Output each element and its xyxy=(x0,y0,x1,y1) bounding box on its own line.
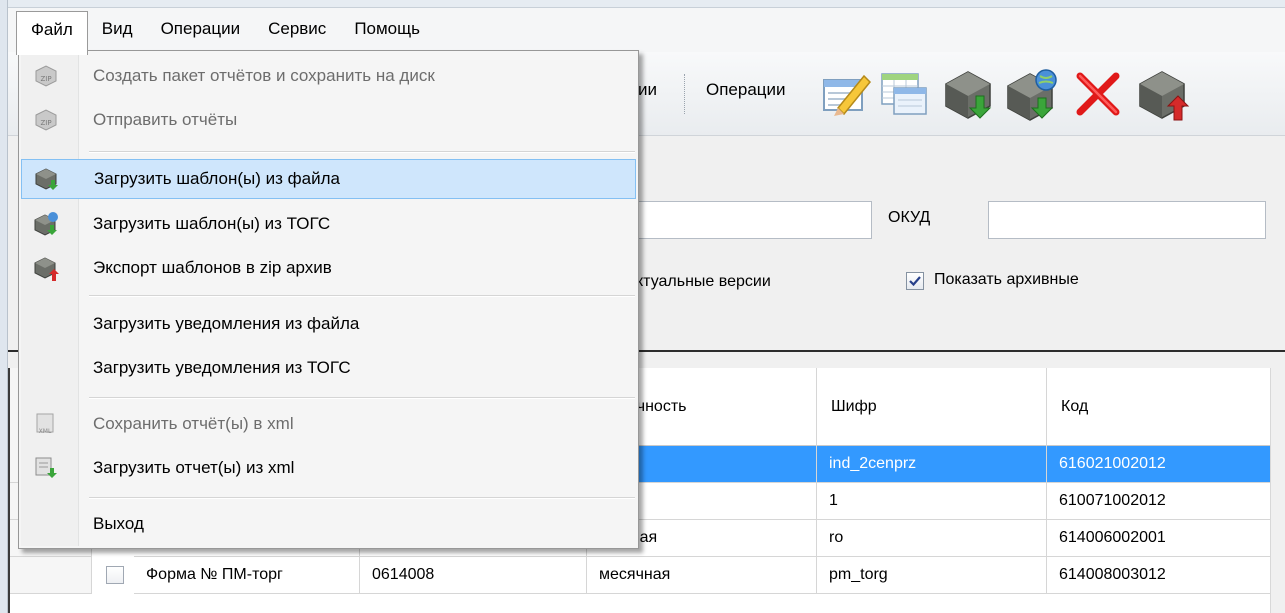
svg-text:ZIP: ZIP xyxy=(40,119,51,127)
name-filter-input[interactable] xyxy=(628,201,872,239)
menu-item-create-package[interactable]: ZIP Создать пакет отчётов и сохранить на… xyxy=(21,57,636,97)
show-archived-label[interactable]: Показать архивные xyxy=(934,271,1079,289)
cell-period[interactable]: месячная xyxy=(587,557,817,594)
column-header-code[interactable]: Шифр xyxy=(817,368,1047,446)
menu-separator xyxy=(89,295,635,297)
toolbar-partial-label[interactable]: ии xyxy=(638,80,657,100)
row-header[interactable] xyxy=(10,557,92,594)
load-template-togs-icon xyxy=(34,212,58,236)
cell-kod[interactable]: 614006002001 xyxy=(1047,520,1272,557)
toolbar-operations-label: Операции xyxy=(706,80,786,99)
row-checkbox[interactable] xyxy=(106,566,124,584)
svg-text:XML: XML xyxy=(39,428,52,435)
menu-item-label: Экспорт шаблонов в zip архив xyxy=(93,258,332,277)
okud-label: ОКУД xyxy=(888,209,931,226)
menu-help[interactable]: Помощь xyxy=(340,11,434,49)
menu-item-label: Загрузить отчет(ы) из xml xyxy=(93,458,295,477)
menu-file[interactable]: Файл xyxy=(16,11,88,55)
load-template-file-icon xyxy=(35,168,58,190)
send-zip-icon: ZIP xyxy=(35,109,57,131)
menu-item-load-template-togs[interactable]: Загрузить шаблон(ы) из ТОГС xyxy=(21,205,636,245)
window-frame-top xyxy=(0,0,1285,8)
cell-code[interactable]: 1 xyxy=(817,483,1047,520)
toolbar-separator xyxy=(684,74,686,114)
menu-item-label: Отправить отчёты xyxy=(93,110,238,129)
edit-icon[interactable] xyxy=(816,66,872,122)
menu-item-label: Сохранить отчёт(ы) в xml xyxy=(93,414,294,433)
cell-code[interactable]: ind_2cenprz xyxy=(817,446,1047,483)
actual-versions-label[interactable]: ктуальные версии xyxy=(636,273,771,291)
download-togs-icon[interactable] xyxy=(1004,66,1060,122)
checkmark-icon xyxy=(909,276,921,287)
cell-name[interactable]: Форма № ПМ-торг xyxy=(134,557,360,594)
menu-item-label: Загрузить уведомления из ТОГС xyxy=(93,358,351,377)
menu-service[interactable]: Сервис xyxy=(254,11,340,49)
cell-okud[interactable]: 0614008 xyxy=(360,557,587,594)
cell-code[interactable]: pm_torg xyxy=(817,557,1047,594)
menu-separator xyxy=(89,151,635,153)
show-archived-checkbox[interactable] xyxy=(906,272,924,290)
menu-item-load-template-file[interactable]: Загрузить шаблон(ы) из файла xyxy=(21,159,636,199)
table-row[interactable]: Форма № ПМ-торг 0614008 месячная pm_torg… xyxy=(10,557,1272,594)
main-window: Файл Вид Операции Сервис Помощь ии Опера… xyxy=(0,0,1285,613)
download-archive-icon[interactable] xyxy=(940,66,996,122)
menu-separator xyxy=(89,397,635,399)
menu-item-label: Загрузить уведомления из файла xyxy=(93,314,360,333)
cell-kod[interactable]: 616021002012 xyxy=(1047,446,1272,483)
window-frame-left xyxy=(0,0,8,613)
file-menu-dropdown: ZIP Создать пакет отчётов и сохранить на… xyxy=(18,50,639,549)
zip-package-icon: ZIP xyxy=(35,65,57,87)
menu-item-label: Выход xyxy=(93,514,144,533)
menubar: Файл Вид Операции Сервис Помощь xyxy=(8,8,1285,55)
menu-item-load-notifications-file[interactable]: Загрузить уведомления из файла xyxy=(21,305,636,345)
menu-separator xyxy=(89,497,635,499)
column-header-kod[interactable]: Код xyxy=(1047,368,1272,446)
cell-kod[interactable]: 610071002012 xyxy=(1047,483,1272,520)
cell-code[interactable]: ro xyxy=(817,520,1047,557)
menu-view[interactable]: Вид xyxy=(88,11,147,49)
xml-load-icon xyxy=(35,457,57,478)
menu-item-export-templates[interactable]: Экспорт шаблонов в zip архив xyxy=(21,249,636,289)
menu-item-load-notifications-togs[interactable]: Загрузить уведомления из ТОГС xyxy=(21,349,636,389)
export-templates-icon xyxy=(34,257,59,281)
grid-vertical-scrollbar[interactable] xyxy=(1270,368,1285,613)
export-zip-icon[interactable] xyxy=(1134,66,1190,122)
delete-icon[interactable] xyxy=(1070,66,1126,122)
menu-item-label: Загрузить шаблон(ы) из ТОГС xyxy=(93,214,331,233)
cell-kod[interactable]: 614008003012 xyxy=(1047,557,1272,594)
okud-input[interactable] xyxy=(988,201,1266,239)
menu-item-label: Создать пакет отчётов и сохранить на дис… xyxy=(93,66,435,85)
menu-item-exit[interactable]: Выход xyxy=(21,505,636,545)
menu-item-label: Загрузить шаблон(ы) из файла xyxy=(94,169,340,188)
svg-text:ZIP: ZIP xyxy=(40,75,51,83)
menu-operations[interactable]: Операции xyxy=(147,11,255,49)
menu-item-send-reports[interactable]: ZIP Отправить отчёты xyxy=(21,101,636,141)
menu-item-save-xml[interactable]: XML Сохранить отчёт(ы) в xml xyxy=(21,405,636,445)
menu-item-load-xml[interactable]: Загрузить отчет(ы) из xml xyxy=(21,449,636,489)
xml-save-icon: XML xyxy=(36,413,54,435)
table-icon[interactable] xyxy=(876,66,932,122)
